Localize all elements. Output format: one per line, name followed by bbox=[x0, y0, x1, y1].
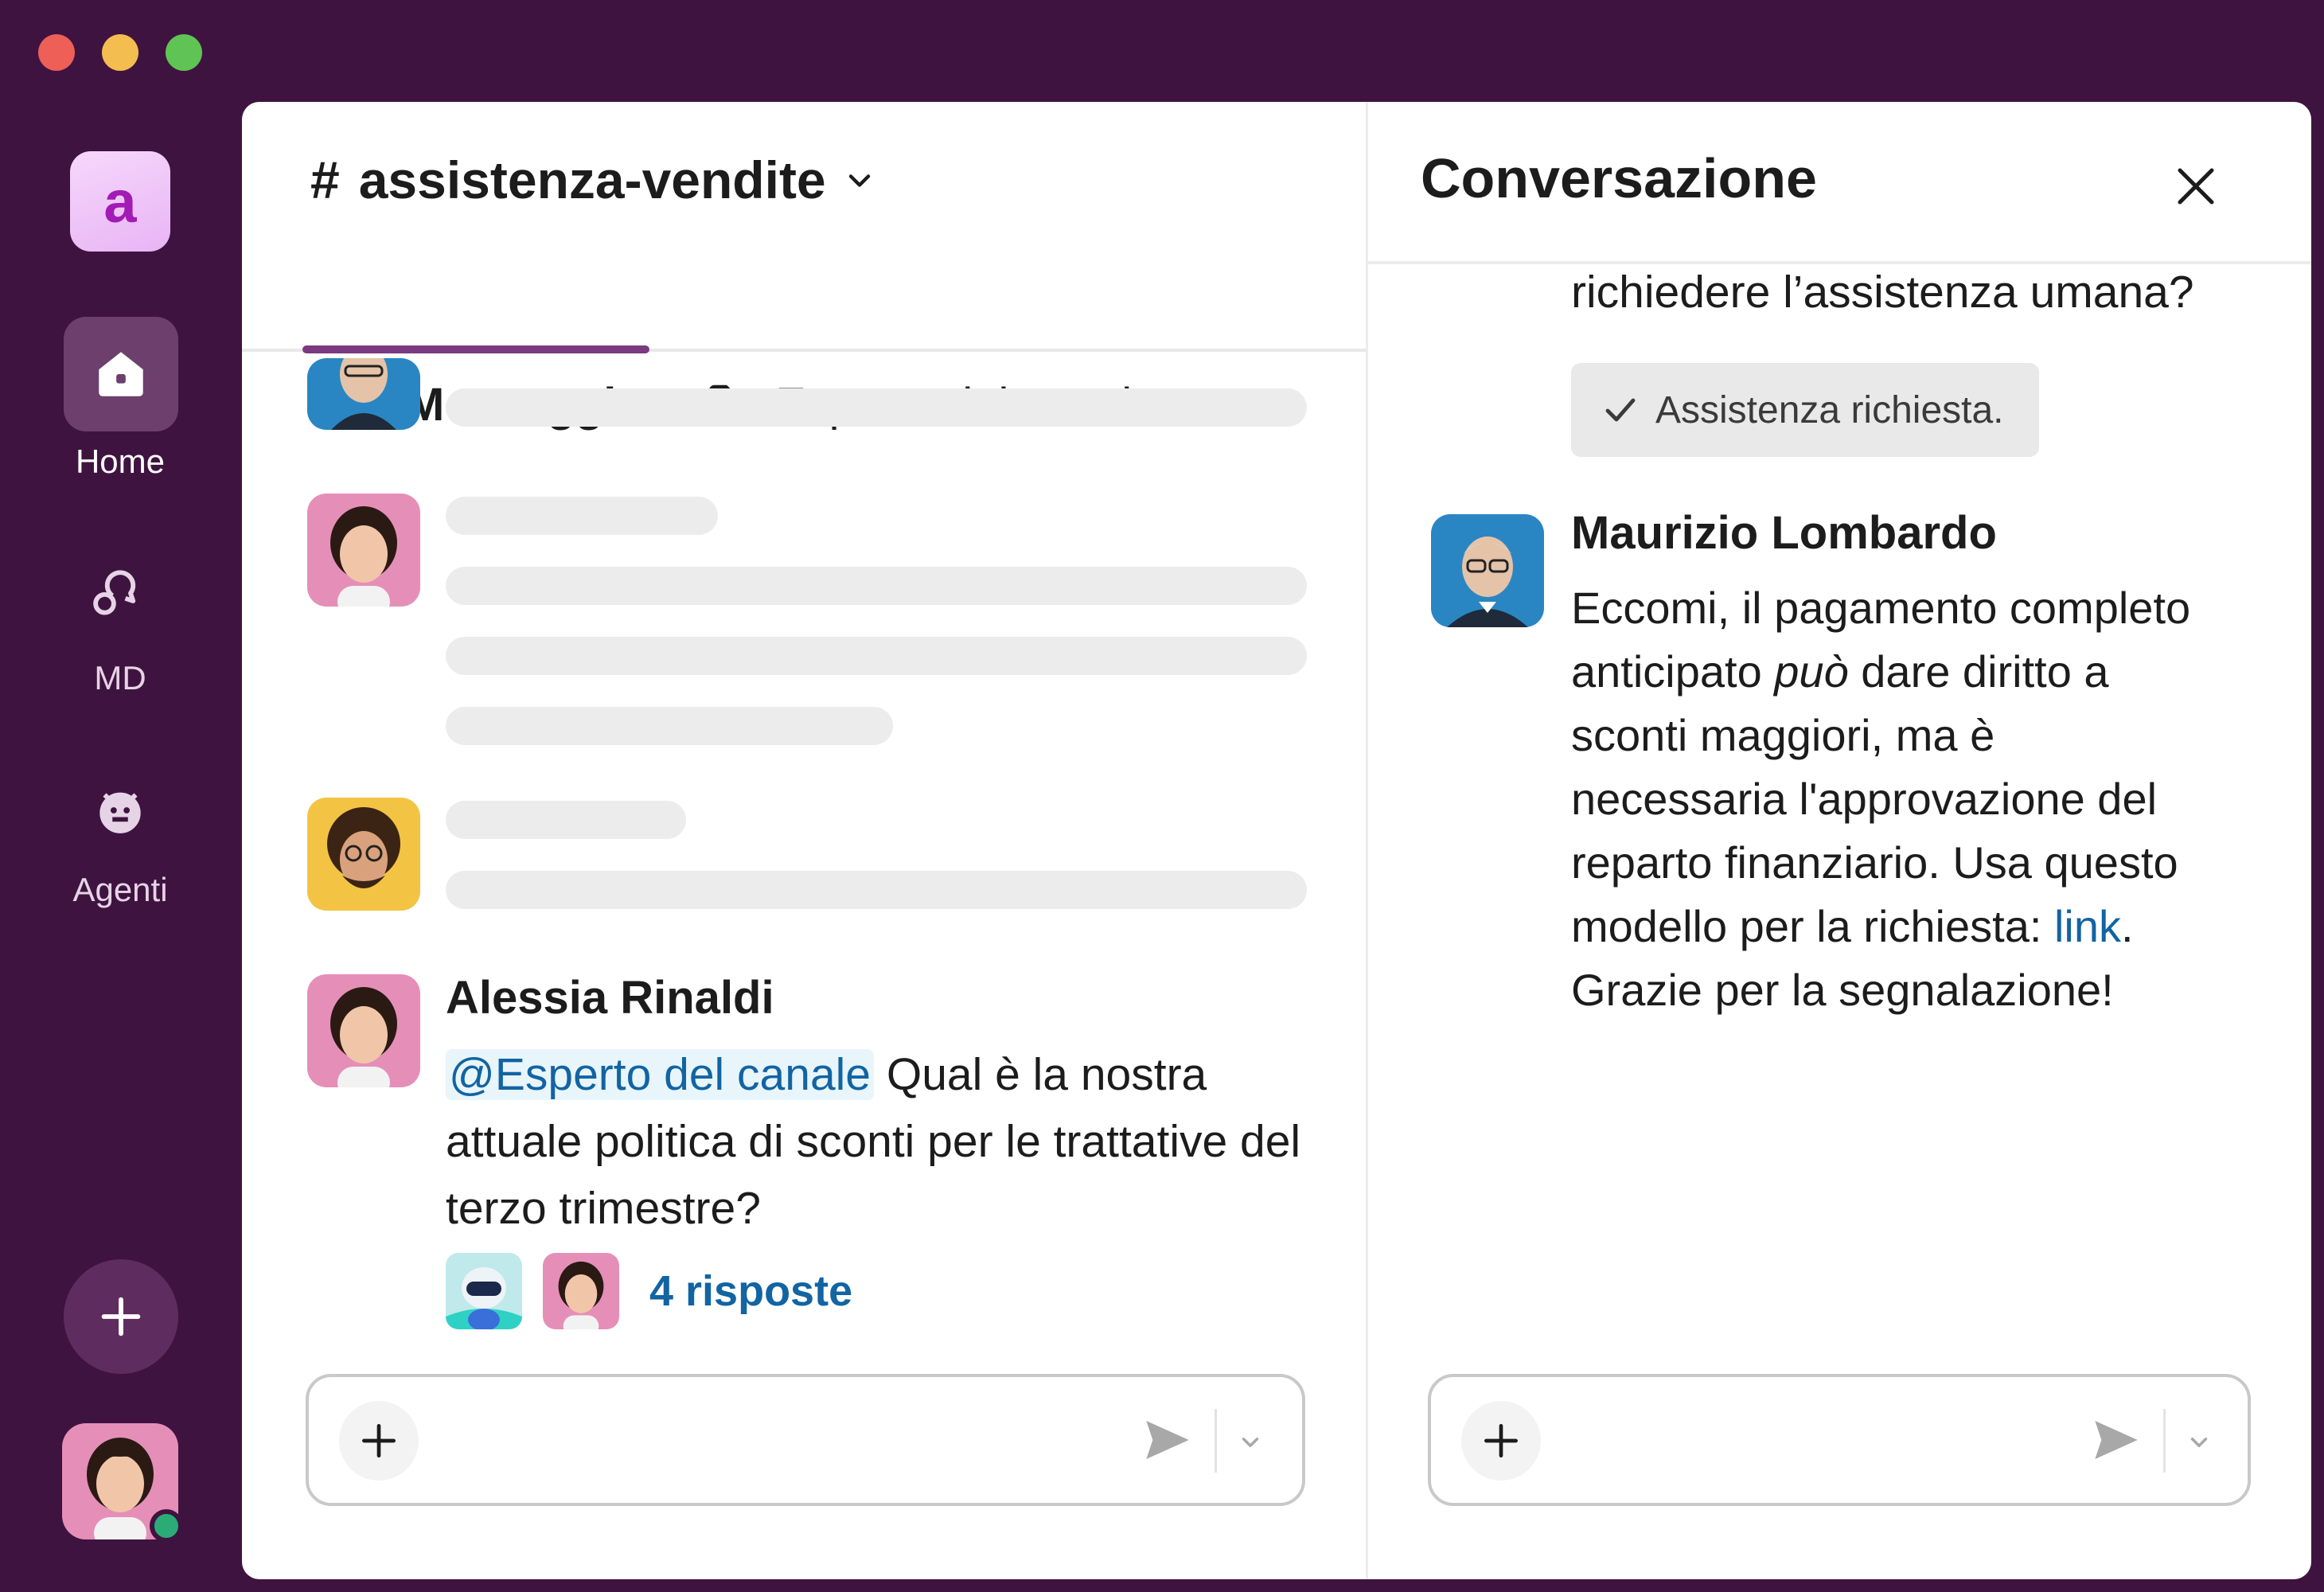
thread-title: Conversazione bbox=[1421, 147, 1817, 209]
presence-indicator bbox=[150, 1509, 183, 1543]
home-button[interactable] bbox=[64, 317, 178, 431]
add-workspace-button[interactable] bbox=[64, 1259, 178, 1374]
main-window: # assistenza-vendite Messaggi bbox=[242, 102, 2311, 1579]
composer-separator bbox=[1215, 1409, 1217, 1473]
workspace-logo[interactable]: a bbox=[70, 151, 170, 252]
composer-separator bbox=[2163, 1409, 2166, 1473]
thread-composer[interactable] bbox=[1428, 1374, 2251, 1506]
thread-pane: Conversazione richiedere l’assistenza um… bbox=[1368, 102, 2311, 1579]
previous-message-text: richiedere l’assistenza umana? bbox=[1571, 267, 2194, 318]
window-zoom-button[interactable] bbox=[166, 34, 202, 71]
chevron-down-icon bbox=[842, 150, 877, 210]
avatar[interactable] bbox=[307, 358, 420, 430]
thread-send-options-button[interactable] bbox=[2179, 1418, 2219, 1466]
skeleton-line bbox=[446, 637, 1307, 675]
close-thread-button[interactable] bbox=[2164, 154, 2228, 218]
mention[interactable]: @Esperto del canale bbox=[446, 1049, 875, 1100]
chevron-down-icon bbox=[2190, 1438, 2208, 1447]
plus-icon bbox=[101, 1297, 141, 1336]
thread-header-divider bbox=[1368, 261, 2311, 264]
rail-label-md: MD bbox=[94, 659, 146, 696]
skeleton-line bbox=[446, 871, 1307, 909]
thread-composer-add-button[interactable] bbox=[1461, 1401, 1541, 1481]
send-options-button[interactable] bbox=[1230, 1418, 1270, 1466]
channel-pane: # assistenza-vendite Messaggi bbox=[242, 102, 1366, 1579]
message-body: @Esperto del canale Qual è la nostra att… bbox=[446, 1041, 1329, 1242]
rail-label-home: Home bbox=[75, 443, 166, 480]
home-icon bbox=[99, 352, 143, 396]
dm-icon[interactable] bbox=[80, 551, 160, 630]
avatar[interactable] bbox=[307, 974, 420, 1087]
skeleton-line bbox=[446, 567, 1307, 605]
send-icon bbox=[1146, 1421, 1189, 1459]
thread-send-button[interactable] bbox=[2088, 1412, 2144, 1468]
skeleton-line bbox=[446, 801, 686, 839]
channel-name: assistenza-vendite bbox=[358, 150, 826, 209]
message-author[interactable]: Alessia Rinaldi bbox=[446, 971, 774, 1024]
send-icon bbox=[2095, 1421, 2138, 1459]
avatar[interactable] bbox=[1431, 514, 1544, 627]
avatar[interactable] bbox=[307, 798, 420, 911]
message-composer[interactable] bbox=[306, 1374, 1305, 1506]
avatar[interactable] bbox=[307, 494, 420, 607]
reply-body: Eccomi, il pagamento completo anticipato… bbox=[1571, 576, 2216, 1022]
plus-icon bbox=[362, 1424, 396, 1457]
chevron-down-icon bbox=[1242, 1438, 1259, 1447]
assistance-requested-label: Assistenza richiesta. bbox=[1655, 388, 2004, 431]
window-close-button[interactable] bbox=[38, 34, 75, 71]
reply-text-italic: può bbox=[1774, 646, 1849, 696]
thread-summary[interactable]: 4 risposte bbox=[446, 1253, 852, 1329]
send-button[interactable] bbox=[1140, 1412, 1195, 1468]
agent-avatar bbox=[446, 1253, 522, 1329]
composer-add-button[interactable] bbox=[339, 1401, 419, 1481]
plus-icon bbox=[1484, 1424, 1518, 1457]
active-tab-indicator bbox=[302, 345, 649, 353]
avatar bbox=[543, 1253, 619, 1329]
agent-icon[interactable] bbox=[80, 771, 160, 850]
reply-author[interactable]: Maurizio Lombardo bbox=[1571, 506, 1997, 560]
hash-icon: # bbox=[310, 150, 340, 209]
skeleton-line bbox=[446, 388, 1307, 427]
assistance-requested-button[interactable]: Assistenza richiesta. bbox=[1571, 363, 2039, 457]
window-minimize-button[interactable] bbox=[102, 34, 138, 71]
channel-header[interactable]: # assistenza-vendite bbox=[310, 150, 877, 210]
check-icon bbox=[1601, 391, 1640, 429]
rail-label-agenti: Agenti bbox=[72, 871, 168, 908]
close-icon bbox=[2178, 168, 2214, 205]
skeleton-line bbox=[446, 497, 718, 535]
replies-link[interactable]: 4 risposte bbox=[649, 1266, 852, 1316]
template-link[interactable]: link bbox=[2054, 901, 2121, 951]
skeleton-line bbox=[446, 707, 893, 745]
